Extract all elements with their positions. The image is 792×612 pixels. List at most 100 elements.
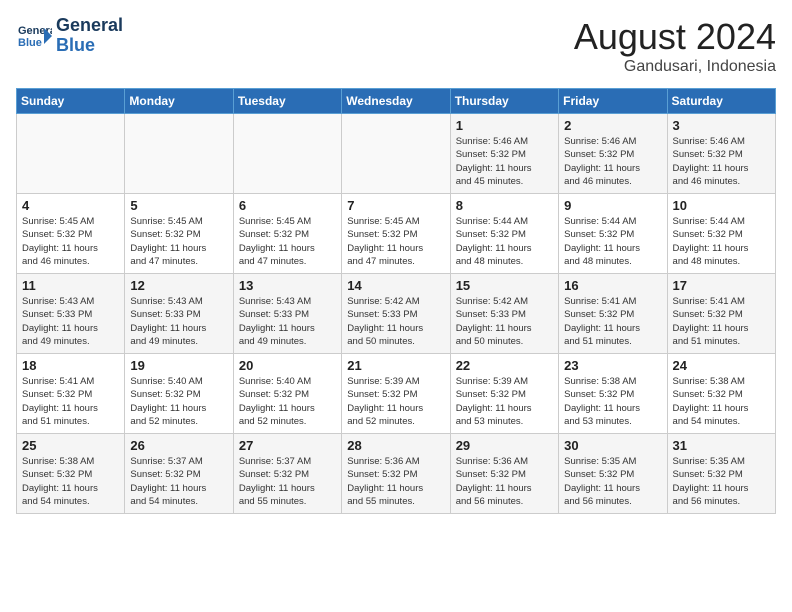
calendar-cell: 2 Sunrise: 5:46 AM Sunset: 5:32 PM Daylig…	[559, 114, 667, 194]
day-info: Sunrise: 5:42 AM Sunset: 5:33 PM Dayligh…	[347, 295, 444, 348]
day-number: 24	[673, 358, 770, 373]
calendar-week-row: 18 Sunrise: 5:41 AM Sunset: 5:32 PM Dayli…	[17, 354, 776, 434]
day-info: Sunrise: 5:40 AM Sunset: 5:32 PM Dayligh…	[130, 375, 227, 428]
calendar-cell: 17 Sunrise: 5:41 AM Sunset: 5:32 PM Dayli…	[667, 274, 775, 354]
day-number: 15	[456, 278, 553, 293]
day-info: Sunrise: 5:41 AM Sunset: 5:32 PM Dayligh…	[673, 295, 770, 348]
logo-icon: General Blue	[16, 18, 52, 54]
day-number: 25	[22, 438, 119, 453]
page-header: General Blue General Blue August 2024 Ga…	[16, 16, 776, 76]
calendar-cell: 26 Sunrise: 5:37 AM Sunset: 5:32 PM Dayli…	[125, 434, 233, 514]
calendar-cell: 22 Sunrise: 5:39 AM Sunset: 5:32 PM Dayli…	[450, 354, 558, 434]
day-info: Sunrise: 5:39 AM Sunset: 5:32 PM Dayligh…	[347, 375, 444, 428]
calendar-cell: 14 Sunrise: 5:42 AM Sunset: 5:33 PM Dayli…	[342, 274, 450, 354]
calendar-cell: 3 Sunrise: 5:46 AM Sunset: 5:32 PM Daylig…	[667, 114, 775, 194]
day-number: 2	[564, 118, 661, 133]
day-info: Sunrise: 5:41 AM Sunset: 5:32 PM Dayligh…	[22, 375, 119, 428]
day-number: 6	[239, 198, 336, 213]
day-number: 29	[456, 438, 553, 453]
calendar-cell: 24 Sunrise: 5:38 AM Sunset: 5:32 PM Dayli…	[667, 354, 775, 434]
day-number: 7	[347, 198, 444, 213]
day-info: Sunrise: 5:44 AM Sunset: 5:32 PM Dayligh…	[673, 215, 770, 268]
day-number: 14	[347, 278, 444, 293]
weekday-header-monday: Monday	[125, 89, 233, 114]
calendar-header-row: SundayMondayTuesdayWednesdayThursdayFrid…	[17, 89, 776, 114]
day-info: Sunrise: 5:35 AM Sunset: 5:32 PM Dayligh…	[564, 455, 661, 508]
location-title: Gandusari, Indonesia	[574, 58, 776, 76]
calendar-table: SundayMondayTuesdayWednesdayThursdayFrid…	[16, 88, 776, 514]
calendar-cell	[342, 114, 450, 194]
day-number: 28	[347, 438, 444, 453]
day-info: Sunrise: 5:36 AM Sunset: 5:32 PM Dayligh…	[456, 455, 553, 508]
calendar-cell	[17, 114, 125, 194]
calendar-cell: 11Sunrise: 5:43 AM Sunset: 5:33 PM Dayli…	[17, 274, 125, 354]
calendar-cell: 31 Sunrise: 5:35 AM Sunset: 5:32 PM Dayli…	[667, 434, 775, 514]
day-info: Sunrise: 5:38 AM Sunset: 5:32 PM Dayligh…	[673, 375, 770, 428]
day-number: 13	[239, 278, 336, 293]
day-info: Sunrise: 5:46 AM Sunset: 5:32 PM Dayligh…	[564, 135, 661, 188]
calendar-cell: 18 Sunrise: 5:41 AM Sunset: 5:32 PM Dayli…	[17, 354, 125, 434]
day-number: 26	[130, 438, 227, 453]
day-number: 19	[130, 358, 227, 373]
calendar-cell: 4 Sunrise: 5:45 AM Sunset: 5:32 PM Daylig…	[17, 194, 125, 274]
calendar-cell: 15 Sunrise: 5:42 AM Sunset: 5:33 PM Dayli…	[450, 274, 558, 354]
title-block: August 2024 Gandusari, Indonesia	[574, 16, 776, 76]
calendar-cell: 13 Sunrise: 5:43 AM Sunset: 5:33 PM Dayli…	[233, 274, 341, 354]
weekday-header-friday: Friday	[559, 89, 667, 114]
calendar-week-row: 1Sunrise: 5:46 AM Sunset: 5:32 PM Daylig…	[17, 114, 776, 194]
calendar-cell: 9 Sunrise: 5:44 AM Sunset: 5:32 PM Daylig…	[559, 194, 667, 274]
day-info: Sunrise: 5:43 AM Sunset: 5:33 PM Dayligh…	[130, 295, 227, 348]
day-number: 9	[564, 198, 661, 213]
calendar-cell: 5Sunrise: 5:45 AM Sunset: 5:32 PM Daylig…	[125, 194, 233, 274]
calendar-week-row: 25 Sunrise: 5:38 AM Sunset: 5:32 PM Dayli…	[17, 434, 776, 514]
day-number: 3	[673, 118, 770, 133]
calendar-cell: 25 Sunrise: 5:38 AM Sunset: 5:32 PM Dayli…	[17, 434, 125, 514]
day-number: 4	[22, 198, 119, 213]
day-number: 20	[239, 358, 336, 373]
day-info: Sunrise: 5:46 AM Sunset: 5:32 PM Dayligh…	[673, 135, 770, 188]
weekday-header-thursday: Thursday	[450, 89, 558, 114]
calendar-cell: 30 Sunrise: 5:35 AM Sunset: 5:32 PM Dayli…	[559, 434, 667, 514]
day-info: Sunrise: 5:43 AM Sunset: 5:33 PM Dayligh…	[239, 295, 336, 348]
svg-text:Blue: Blue	[18, 37, 42, 49]
day-info: Sunrise: 5:42 AM Sunset: 5:33 PM Dayligh…	[456, 295, 553, 348]
day-info: Sunrise: 5:36 AM Sunset: 5:32 PM Dayligh…	[347, 455, 444, 508]
day-number: 8	[456, 198, 553, 213]
day-number: 5	[130, 198, 227, 213]
calendar-cell: 20Sunrise: 5:40 AM Sunset: 5:32 PM Dayli…	[233, 354, 341, 434]
day-info: Sunrise: 5:37 AM Sunset: 5:32 PM Dayligh…	[239, 455, 336, 508]
day-info: Sunrise: 5:41 AM Sunset: 5:32 PM Dayligh…	[564, 295, 661, 348]
day-number: 12	[130, 278, 227, 293]
calendar-cell: 1Sunrise: 5:46 AM Sunset: 5:32 PM Daylig…	[450, 114, 558, 194]
calendar-cell: 27 Sunrise: 5:37 AM Sunset: 5:32 PM Dayli…	[233, 434, 341, 514]
day-number: 18	[22, 358, 119, 373]
day-info: Sunrise: 5:38 AM Sunset: 5:32 PM Dayligh…	[22, 455, 119, 508]
calendar-cell: 28 Sunrise: 5:36 AM Sunset: 5:32 PM Dayli…	[342, 434, 450, 514]
calendar-cell: 21Sunrise: 5:39 AM Sunset: 5:32 PM Dayli…	[342, 354, 450, 434]
weekday-header-tuesday: Tuesday	[233, 89, 341, 114]
calendar-cell: 6Sunrise: 5:45 AM Sunset: 5:32 PM Daylig…	[233, 194, 341, 274]
day-info: Sunrise: 5:46 AM Sunset: 5:32 PM Dayligh…	[456, 135, 553, 188]
day-info: Sunrise: 5:38 AM Sunset: 5:32 PM Dayligh…	[564, 375, 661, 428]
calendar-cell: 8 Sunrise: 5:44 AM Sunset: 5:32 PM Daylig…	[450, 194, 558, 274]
calendar-week-row: 4 Sunrise: 5:45 AM Sunset: 5:32 PM Daylig…	[17, 194, 776, 274]
day-number: 27	[239, 438, 336, 453]
day-info: Sunrise: 5:44 AM Sunset: 5:32 PM Dayligh…	[456, 215, 553, 268]
day-number: 31	[673, 438, 770, 453]
day-info: Sunrise: 5:45 AM Sunset: 5:32 PM Dayligh…	[22, 215, 119, 268]
day-number: 17	[673, 278, 770, 293]
weekday-header-wednesday: Wednesday	[342, 89, 450, 114]
weekday-header-saturday: Saturday	[667, 89, 775, 114]
day-number: 22	[456, 358, 553, 373]
day-number: 23	[564, 358, 661, 373]
logo: General Blue General Blue	[16, 16, 123, 56]
day-info: Sunrise: 5:37 AM Sunset: 5:32 PM Dayligh…	[130, 455, 227, 508]
day-info: Sunrise: 5:44 AM Sunset: 5:32 PM Dayligh…	[564, 215, 661, 268]
calendar-cell	[233, 114, 341, 194]
day-number: 30	[564, 438, 661, 453]
calendar-cell: 16Sunrise: 5:41 AM Sunset: 5:32 PM Dayli…	[559, 274, 667, 354]
calendar-cell: 12 Sunrise: 5:43 AM Sunset: 5:33 PM Dayli…	[125, 274, 233, 354]
day-info: Sunrise: 5:35 AM Sunset: 5:32 PM Dayligh…	[673, 455, 770, 508]
day-info: Sunrise: 5:45 AM Sunset: 5:32 PM Dayligh…	[347, 215, 444, 268]
day-info: Sunrise: 5:39 AM Sunset: 5:32 PM Dayligh…	[456, 375, 553, 428]
